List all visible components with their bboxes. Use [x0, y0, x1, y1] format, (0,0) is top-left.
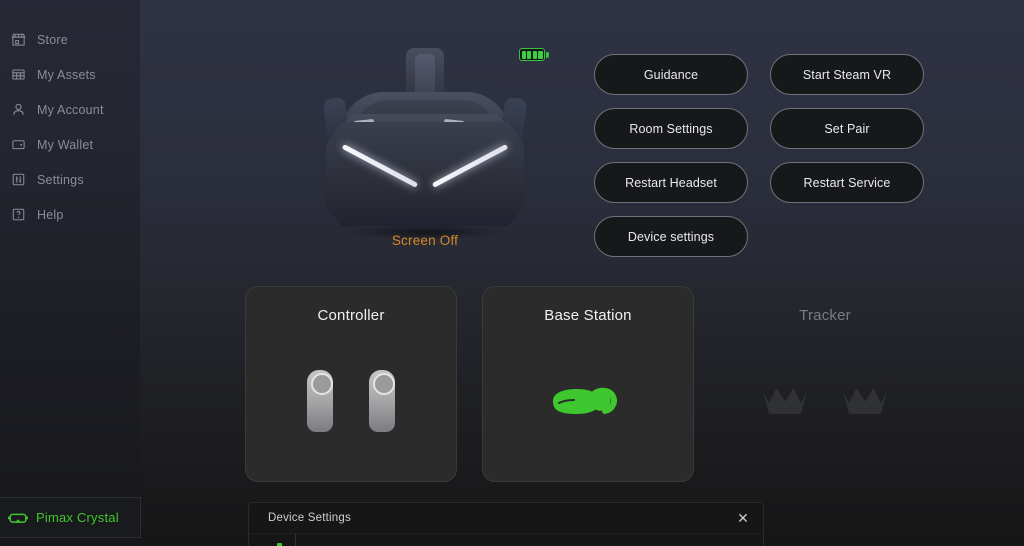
- grid-icon: [8, 65, 28, 85]
- sidebar-item-help[interactable]: Help: [0, 197, 140, 232]
- action-buttons-panel: Guidance Start Steam VR Room Settings Se…: [594, 54, 924, 257]
- controller-icon: [369, 370, 395, 432]
- store-icon: [8, 30, 28, 50]
- device-settings-dialog: Device Settings ✕: [248, 502, 764, 546]
- headset-status-label: Screen Off: [391, 233, 459, 248]
- battery-tip: [546, 51, 549, 58]
- sidebar-nav-list: Store My Assets My Account My Wallet Set…: [0, 0, 140, 232]
- room-settings-button[interactable]: Room Settings: [594, 108, 748, 149]
- sidebar-item-my-assets[interactable]: My Assets: [0, 57, 140, 92]
- base-station-icon: [553, 387, 617, 414]
- sidebar-item-label: Store: [37, 32, 68, 47]
- headset-hero: Screen Off: [300, 34, 550, 264]
- controller-icon: [307, 370, 333, 432]
- start-steam-vr-button[interactable]: Start Steam VR: [770, 54, 924, 95]
- close-icon[interactable]: ✕: [734, 509, 752, 527]
- sidebar-item-label: Settings: [37, 172, 84, 187]
- device-card-base-station[interactable]: Base Station: [482, 286, 694, 482]
- sidebar-item-label: My Account: [37, 102, 104, 117]
- set-pair-button[interactable]: Set Pair: [770, 108, 924, 149]
- sidebar: Store My Assets My Account My Wallet Set…: [0, 0, 141, 546]
- sliders-icon: [8, 170, 28, 190]
- headset-icon: [7, 507, 29, 529]
- sidebar-item-my-wallet[interactable]: My Wallet: [0, 127, 140, 162]
- person-icon: [8, 100, 28, 120]
- headset-led-chevron: [341, 144, 509, 196]
- device-card-controller[interactable]: Controller: [245, 286, 457, 482]
- question-icon: [8, 205, 28, 225]
- base-station-art: [483, 351, 693, 451]
- connected-device-chip[interactable]: Pimax Crystal: [0, 497, 141, 538]
- tracker-icon: [843, 388, 887, 414]
- device-card-tracker[interactable]: Tracker: [719, 286, 931, 482]
- sidebar-item-my-account[interactable]: My Account: [0, 92, 140, 127]
- sidebar-item-label: My Assets: [37, 67, 96, 82]
- device-settings-button[interactable]: Device settings: [594, 216, 748, 257]
- dialog-body: [249, 533, 763, 546]
- tracker-icon: [763, 388, 807, 414]
- sidebar-item-settings[interactable]: Settings: [0, 162, 140, 197]
- sidebar-item-label: Help: [37, 207, 64, 222]
- headset-render: [310, 48, 540, 240]
- device-card-title: Tracker: [799, 307, 851, 324]
- wallet-icon: [8, 135, 28, 155]
- restart-service-button[interactable]: Restart Service: [770, 162, 924, 203]
- device-card-title: Controller: [317, 307, 385, 324]
- dialog-divider: [295, 534, 296, 546]
- controller-pair-icon: [246, 351, 456, 451]
- restart-headset-button[interactable]: Restart Headset: [594, 162, 748, 203]
- sidebar-item-label: My Wallet: [37, 137, 94, 152]
- dialog-header: Device Settings ✕: [249, 503, 763, 533]
- guidance-button[interactable]: Guidance: [594, 54, 748, 95]
- connected-device-label: Pimax Crystal: [36, 510, 119, 525]
- sidebar-item-store[interactable]: Store: [0, 22, 140, 57]
- dialog-title: Device Settings: [268, 512, 351, 524]
- device-cards: Controller Base Station Tracker: [245, 286, 965, 482]
- tracker-pair-icon: [720, 351, 930, 451]
- app-root: Store My Assets My Account My Wallet Set…: [0, 0, 1024, 546]
- device-card-title: Base Station: [544, 307, 632, 324]
